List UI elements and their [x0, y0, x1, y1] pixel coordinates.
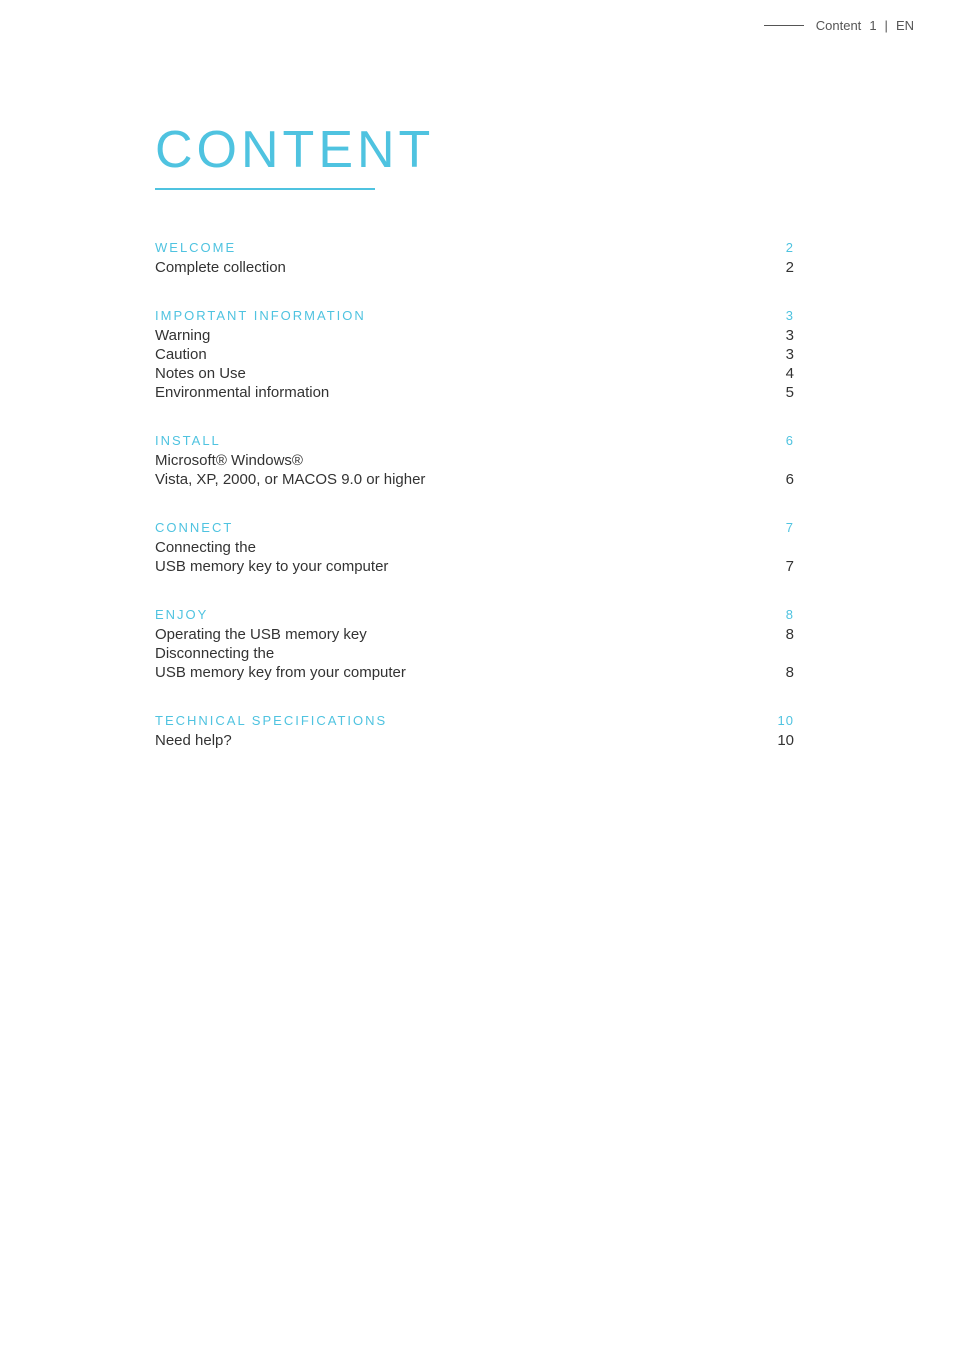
toc-heading-row-install: INSTALL 6 [155, 433, 794, 452]
toc-heading-important-information: IMPORTANT INFORMATION [155, 308, 366, 323]
toc-heading-technical-specifications: TECHNICAL SPECIFICATIONS [155, 713, 387, 728]
toc-item-text: Caution [155, 346, 207, 363]
toc-heading-install: INSTALL [155, 433, 221, 448]
toc-heading-page-install: 6 [786, 433, 794, 448]
toc-item-page: 4 [774, 365, 794, 382]
list-item: Microsoft® Windows® [155, 452, 794, 469]
toc-item-page: 7 [774, 558, 794, 575]
toc-heading-connect: CONNECT [155, 520, 233, 535]
toc-heading-page-enjoy: 8 [786, 607, 794, 622]
toc-item-text: Warning [155, 327, 210, 344]
toc-item-text: Operating the USB memory key [155, 626, 367, 643]
toc-item-page: 10 [774, 732, 794, 749]
header-page-number: 1 [869, 18, 876, 33]
toc-section-enjoy: ENJOY 8 Operating the USB memory key 8 Disco… [155, 607, 794, 681]
list-item: Complete collection 2 [155, 259, 794, 276]
toc-item-text: Complete collection [155, 259, 286, 276]
toc-heading-row-welcome: WELCOME 2 [155, 240, 794, 259]
toc-item-text: Microsoft® Windows® [155, 452, 303, 469]
toc-item-page: 5 [774, 384, 794, 401]
list-item: Need help? 10 [155, 732, 794, 749]
toc-item-text: Connecting the [155, 539, 256, 556]
toc-item-text: Notes on Use [155, 365, 246, 382]
toc-heading-page-technical-specifications: 10 [778, 713, 794, 728]
toc-heading-enjoy: ENJOY [155, 607, 208, 622]
toc-item-text: Need help? [155, 732, 232, 749]
toc-heading-row-technical-specifications: TECHNICAL SPECIFICATIONS 10 [155, 713, 794, 732]
toc-item-text: Environmental information [155, 384, 329, 401]
table-of-contents: WELCOME 2 Complete collection 2 IMPORTANT IN… [155, 240, 794, 749]
toc-section-install: INSTALL 6 Microsoft® Windows® Vista, XP, 20… [155, 433, 794, 488]
toc-section-important-information: IMPORTANT INFORMATION 3 Warning 3 Caution 3 No… [155, 308, 794, 401]
list-item: Notes on Use 4 [155, 365, 794, 382]
toc-item-page: 8 [774, 664, 794, 681]
list-item: Environmental information 5 [155, 384, 794, 401]
header-language: EN [896, 18, 914, 33]
toc-item-page: 3 [774, 346, 794, 363]
toc-heading-page-important-information: 3 [786, 308, 794, 323]
list-item: Operating the USB memory key 8 [155, 626, 794, 643]
toc-heading-welcome: WELCOME [155, 240, 236, 255]
toc-heading-row-important-information: IMPORTANT INFORMATION 3 [155, 308, 794, 327]
list-item: Caution 3 [155, 346, 794, 363]
main-content: CONTENT WELCOME 2 Complete collection 2 IMPO… [0, 0, 954, 861]
list-item: Warning 3 [155, 327, 794, 344]
toc-heading-row-enjoy: ENJOY 8 [155, 607, 794, 626]
list-item: USB memory key to your computer 7 [155, 558, 794, 575]
list-item: Disconnecting the [155, 645, 794, 662]
header-section-label: Content [816, 18, 862, 33]
toc-item-page: 6 [774, 471, 794, 488]
toc-heading-row-connect: CONNECT 7 [155, 520, 794, 539]
toc-section-connect: CONNECT 7 Connecting the USB memory key to … [155, 520, 794, 575]
list-item: Vista, XP, 2000, or MACOS 9.0 or higher 6 [155, 471, 794, 488]
page-title-underline [155, 188, 375, 190]
toc-item-text: Disconnecting the [155, 645, 274, 662]
toc-heading-page-connect: 7 [786, 520, 794, 535]
page-title: CONTENT [155, 120, 794, 180]
toc-item-text: USB memory key to your computer [155, 558, 388, 575]
header-divider [764, 25, 804, 26]
page-header: Content 1 | EN [764, 18, 914, 33]
list-item: USB memory key from your computer 8 [155, 664, 794, 681]
list-item: Connecting the [155, 539, 794, 556]
toc-item-page: 3 [774, 327, 794, 344]
toc-section-technical-specifications: TECHNICAL SPECIFICATIONS 10 Need help? 10 [155, 713, 794, 749]
toc-item-text: Vista, XP, 2000, or MACOS 9.0 or higher [155, 471, 425, 488]
toc-item-text: USB memory key from your computer [155, 664, 406, 681]
toc-heading-page-welcome: 2 [786, 240, 794, 255]
toc-item-page: 2 [774, 259, 794, 276]
toc-section-welcome: WELCOME 2 Complete collection 2 [155, 240, 794, 276]
toc-item-page: 8 [774, 626, 794, 643]
